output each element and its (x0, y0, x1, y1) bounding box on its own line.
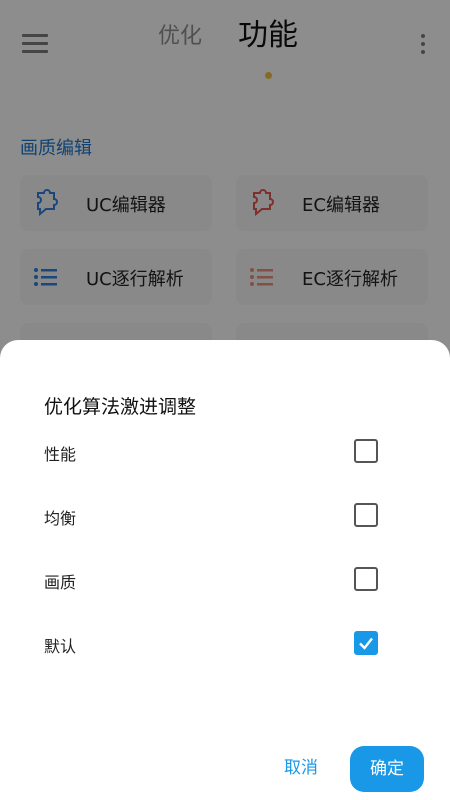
checkbox-checked-icon[interactable] (354, 631, 378, 655)
option-label: 均衡 (44, 509, 77, 528)
dialog-title: 优化算法激进调整 (44, 396, 197, 418)
checkmark-icon (359, 637, 373, 650)
option-balanced[interactable]: 均衡 (0, 493, 450, 539)
algorithm-dialog: 优化算法激进调整 性能 均衡 画质 默认 取消 确定 (0, 340, 450, 800)
cancel-button[interactable]: 取消 (270, 746, 332, 790)
option-label: 画质 (44, 573, 77, 592)
confirm-button[interactable]: 确定 (350, 746, 424, 792)
option-label: 默认 (44, 637, 77, 656)
option-default[interactable]: 默认 (0, 621, 450, 667)
checkbox-icon[interactable] (354, 439, 378, 463)
option-performance[interactable]: 性能 (0, 429, 450, 475)
option-label: 性能 (44, 445, 77, 464)
option-quality[interactable]: 画质 (0, 557, 450, 603)
checkbox-icon[interactable] (354, 503, 378, 527)
checkbox-icon[interactable] (354, 567, 378, 591)
